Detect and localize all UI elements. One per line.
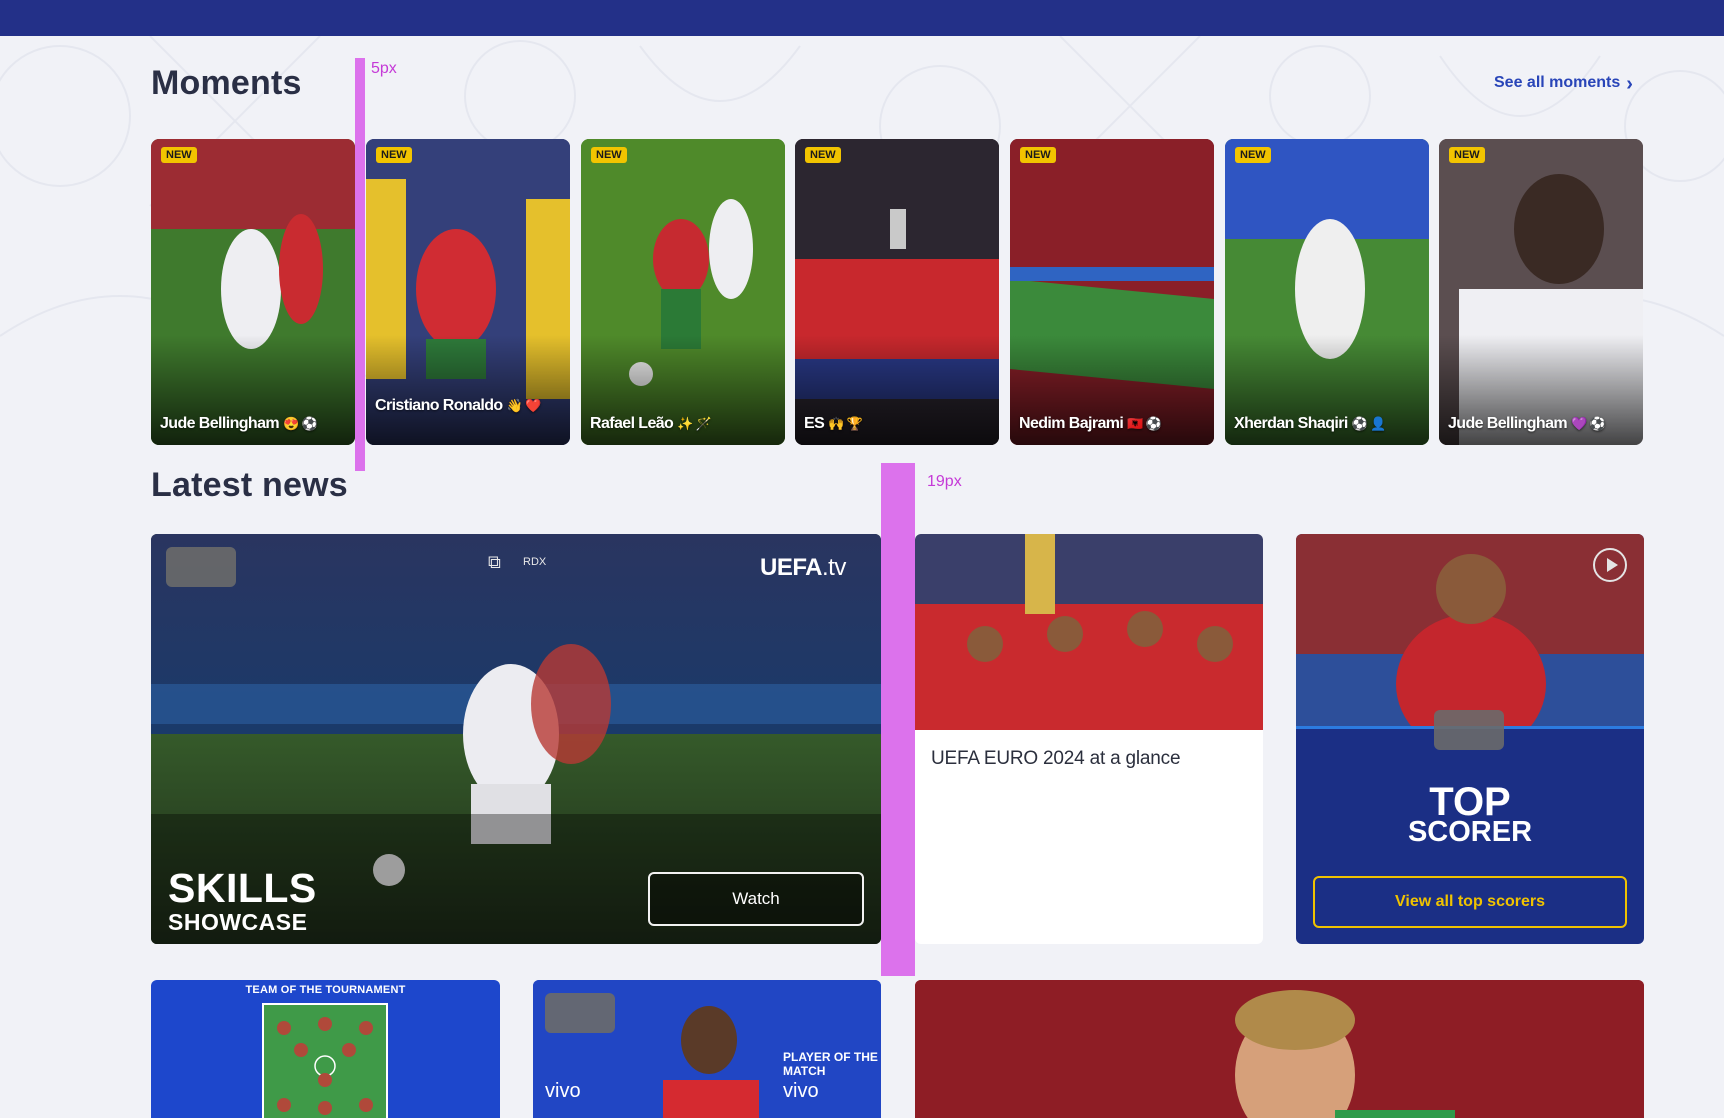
spacing-guide-5px-label: 5px [371, 60, 397, 77]
see-all-moments-label: See all moments [1494, 74, 1621, 91]
view-all-top-scorers-button[interactable]: View all top scorers [1313, 876, 1627, 928]
moment-card[interactable]: NEW Rafael Leão ✨ 🪄 [581, 139, 785, 445]
moment-card[interactable]: NEW Cristiano Ronaldo 👋 ❤️ [366, 139, 570, 445]
glance-title: UEFA EURO 2024 at a glance [931, 748, 1181, 769]
new-badge: NEW [805, 147, 841, 163]
moment-caption: Rafael Leão ✨ 🪄 [590, 415, 712, 432]
moment-caption: Xherdan Shaqiri ⚽ 👤 [1234, 415, 1386, 432]
moment-card[interactable]: NEW Jude Bellingham 💜 ⚽ [1439, 139, 1643, 445]
watch-button[interactable]: Watch [648, 872, 864, 926]
moment-card[interactable]: NEW Xherdan Shaqiri ⚽ 👤 [1225, 139, 1429, 445]
spacing-guide-5px [355, 58, 365, 471]
euro-2024-glance-card[interactable]: UEFA EURO 2024 at a glance [915, 534, 1263, 944]
moment-card[interactable]: NEW Jude Bellingham 😍 ⚽ [151, 139, 355, 445]
see-all-moments-link[interactable]: See all moments › [1494, 73, 1633, 95]
chevron-right-icon: › [1626, 73, 1633, 95]
new-badge: NEW [1020, 147, 1056, 163]
latest-news-title: Latest news [151, 466, 348, 504]
moment-caption: Jude Bellingham 😍 ⚽ [160, 415, 318, 432]
moment-caption: Nedim Bajrami 🇦🇱 ⚽ [1019, 415, 1162, 432]
celebration-image [915, 534, 1263, 730]
play-icon[interactable] [1593, 548, 1627, 582]
spacing-guide-19px-label: 19px [927, 473, 962, 490]
moment-card[interactable]: NEW ES 🙌 🏆 [795, 139, 999, 445]
redacted-placeholder [545, 993, 615, 1033]
pip-icon[interactable]: ⧉ [488, 552, 501, 573]
player-of-the-match-card[interactable]: PLAYER OF THE MATCH vivo vivo [533, 980, 881, 1118]
moment-caption: Cristiano Ronaldo 👋 ❤️ [375, 397, 541, 414]
goalkeeper-image [915, 980, 1644, 1118]
team-of-tournament-card[interactable]: TEAM OF THE TOURNAMENT [151, 980, 500, 1118]
rdx-label: RDX [523, 556, 547, 568]
uefa-tv-logo: UEFA.tv [760, 554, 846, 581]
vivo-sponsor-text: vivo [783, 1080, 819, 1102]
new-badge: NEW [1235, 147, 1271, 163]
moments-title: Moments [151, 64, 302, 102]
redacted-placeholder [166, 547, 236, 587]
redacted-placeholder [1434, 710, 1504, 750]
new-badge: NEW [1449, 147, 1485, 163]
new-badge: NEW [591, 147, 627, 163]
formation-graphic [262, 1003, 388, 1118]
player-of-match-label: PLAYER OF THE MATCH [783, 1050, 878, 1078]
new-badge: NEW [376, 147, 412, 163]
moment-card[interactable]: NEW Nedim Bajrami 🇦🇱 ⚽ [1010, 139, 1214, 445]
top-scorer-card[interactable]: TOP SCORER View all top scorers [1296, 534, 1644, 944]
goalkeeper-news-card[interactable] [915, 980, 1644, 1118]
skills-showcase-heading: SKILLS SHOWCASE [168, 865, 317, 935]
moment-caption: Jude Bellingham 💜 ⚽ [1448, 415, 1606, 432]
top-scorer-image [1296, 534, 1644, 754]
top-navigation-bar [0, 0, 1724, 36]
top-scorer-title-line2: SCORER [1407, 816, 1533, 848]
moment-caption: ES 🙌 🏆 [804, 415, 863, 432]
vivo-sponsor-text: vivo [545, 1080, 581, 1102]
new-badge: NEW [161, 147, 197, 163]
spacing-guide-19px [881, 463, 915, 976]
